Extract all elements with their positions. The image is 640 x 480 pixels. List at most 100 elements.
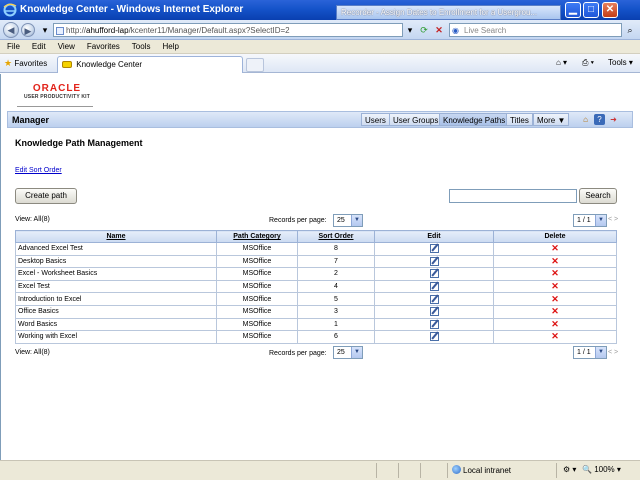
status-divider	[398, 463, 399, 478]
minimize-button[interactable]: ▁	[565, 2, 581, 18]
address-host: ahufford-lap	[86, 26, 129, 35]
edit-cell	[374, 330, 494, 344]
status-divider	[556, 463, 557, 478]
back-button[interactable]: ◀	[3, 22, 19, 38]
edit-cell	[374, 279, 494, 294]
delete-icon[interactable]: ✕	[551, 256, 559, 266]
edit-sort-order-link[interactable]: Edit Sort Order	[15, 167, 62, 174]
protected-mode-icon[interactable]: ⚙ ▾	[563, 465, 576, 474]
edit-icon[interactable]	[429, 332, 439, 342]
view-all-count-top: View: All(8)	[15, 216, 50, 223]
delete-icon[interactable]: ✕	[551, 331, 559, 341]
favorites-label: Favorites	[14, 59, 48, 68]
close-button[interactable]: ✕	[602, 2, 618, 18]
menu-help[interactable]: Help	[155, 40, 183, 51]
sort-order: 8	[297, 242, 375, 256]
table-header-row: Name Path Category Sort Order Edit Delet…	[15, 230, 617, 243]
dropdown-arrow-icon: ▼	[351, 347, 362, 358]
delete-icon[interactable]: ✕	[551, 306, 559, 316]
records-per-page-label-bottom: Records per page:	[269, 350, 327, 357]
page-select-bottom[interactable]: 1 / 1 ▼	[573, 346, 607, 359]
stop-icon[interactable]: ✕	[432, 23, 446, 37]
path-name: Working with Excel	[15, 330, 217, 344]
edit-icon[interactable]	[429, 282, 439, 292]
print-icon[interactable]: ⎙ ▾	[582, 58, 594, 68]
delete-icon[interactable]: ✕	[551, 243, 559, 253]
column-header-edit: Edit	[374, 230, 494, 243]
edit-icon[interactable]	[429, 319, 439, 329]
close-icon: ✕	[605, 4, 615, 15]
delete-cell: ✕	[493, 242, 617, 256]
browser-tab-knowledge-center[interactable]: Knowledge Center	[57, 56, 243, 73]
live-search-input[interactable]: ◉ Live Search	[449, 23, 622, 37]
pager-arrows-top[interactable]: < >	[608, 216, 618, 223]
new-tab-button[interactable]	[246, 58, 264, 72]
oracle-upk-logo: ORACLE USER PRODUCTIVITY KIT	[17, 83, 97, 100]
address-bar[interactable]: http://ahufford-lap/kcenter11/Manager/De…	[53, 23, 403, 37]
recorder-popup-tab[interactable]: Recorder - Assign Dates to Enrollment fo…	[336, 5, 561, 20]
forward-arrow-icon: ▶	[24, 26, 32, 36]
menu-favorites[interactable]: Favorites	[80, 40, 125, 51]
help-icon[interactable]: ?	[594, 114, 605, 125]
records-per-page-select-top[interactable]: 25 ▼	[333, 214, 363, 227]
nav-tab-titles[interactable]: Titles	[506, 113, 533, 126]
edit-icon[interactable]	[429, 307, 439, 317]
nav-tab-more[interactable]: More ▼	[533, 113, 570, 126]
favorites-button[interactable]: ★ Favorites	[4, 58, 47, 69]
section-title: Manager	[12, 115, 50, 125]
history-dropdown-icon[interactable]: ▾	[38, 23, 52, 37]
nav-tab-knowledge-paths[interactable]: Knowledge Paths	[439, 113, 510, 126]
address-dropdown-icon[interactable]: ▾	[403, 23, 417, 37]
live-search-placeholder: Live Search	[464, 26, 507, 35]
search-go-icon[interactable]: ⌕	[623, 23, 637, 37]
edit-cell	[374, 317, 494, 332]
column-header-sort-order[interactable]: Sort Order	[297, 230, 375, 243]
menu-edit[interactable]: Edit	[25, 40, 51, 51]
edit-cell	[374, 267, 494, 281]
delete-icon[interactable]: ✕	[551, 268, 559, 278]
table-row: Introduction to Excel MSOffice 5 ✕	[15, 292, 617, 306]
refresh-icon[interactable]: ⟳	[417, 23, 431, 37]
maximize-button[interactable]: □	[583, 2, 599, 18]
search-input[interactable]	[449, 189, 577, 203]
table-row: Office Basics MSOffice 3 ✕	[15, 304, 617, 319]
dropdown-arrow-icon: ▼	[595, 347, 606, 358]
edit-icon[interactable]	[429, 294, 439, 304]
nav-tab-user-groups[interactable]: User Groups	[389, 113, 443, 126]
delete-icon[interactable]: ✕	[551, 319, 559, 329]
edit-icon[interactable]	[429, 269, 439, 279]
view-all-count-bottom: View: All(8)	[15, 349, 50, 356]
delete-icon[interactable]: ✕	[551, 281, 559, 291]
path-category: MSOffice	[216, 242, 298, 256]
home-icon[interactable]: ⌂	[580, 114, 591, 125]
table-row: Desktop Basics MSOffice 7 ✕	[15, 254, 617, 269]
favorites-bar: ★ Favorites Knowledge Center ⌂ ▾ ⎙ ▾ Too…	[0, 54, 640, 73]
column-header-path-category[interactable]: Path Category	[216, 230, 298, 243]
menu-view[interactable]: View	[51, 40, 80, 51]
delete-cell: ✕	[493, 317, 617, 332]
search-button[interactable]: Search	[579, 188, 617, 204]
home-toolbar-icon[interactable]: ⌂ ▾	[556, 58, 567, 67]
window-title: Knowledge Center - Windows Internet Expl…	[20, 4, 244, 15]
zoom-control[interactable]: 🔍 100% ▾	[582, 465, 621, 474]
records-per-page-value-bottom: 25	[337, 349, 345, 356]
security-zone: Local intranet	[452, 465, 511, 475]
page-select-top[interactable]: 1 / 1 ▼	[573, 214, 607, 227]
nav-tab-users[interactable]: Users	[361, 113, 390, 126]
column-header-name[interactable]: Name	[15, 230, 217, 243]
tools-menu-button[interactable]: Tools ▾	[608, 58, 633, 67]
delete-icon[interactable]: ✕	[551, 294, 559, 304]
menu-tools[interactable]: Tools	[125, 40, 156, 51]
edit-icon[interactable]	[429, 256, 439, 266]
pager-arrows-bottom[interactable]: < >	[608, 349, 618, 356]
create-path-button[interactable]: Create path	[15, 188, 77, 204]
menu-file[interactable]: File	[0, 40, 25, 51]
path-name: Introduction to Excel	[15, 292, 217, 306]
forward-button[interactable]: ▶	[21, 23, 35, 37]
records-per-page-select-bottom[interactable]: 25 ▼	[333, 346, 363, 359]
edit-icon[interactable]	[429, 244, 439, 254]
address-path: /kcenter11/Manager/Default.aspx?SelectID…	[128, 26, 290, 35]
logout-icon[interactable]: ➜	[608, 114, 619, 125]
records-per-page-value-top: 25	[337, 217, 345, 224]
favorites-star-icon: ★	[4, 58, 13, 68]
